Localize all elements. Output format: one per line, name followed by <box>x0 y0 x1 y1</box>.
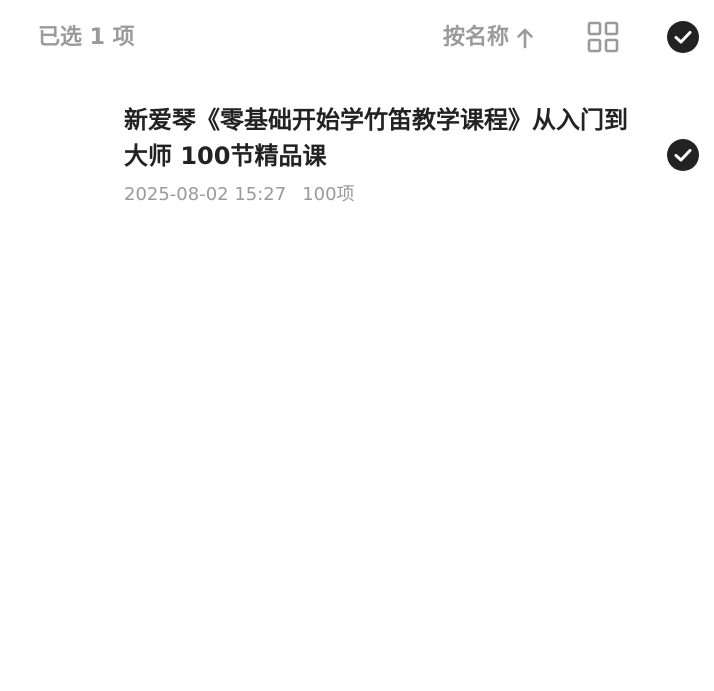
arrow-up-icon <box>517 28 533 49</box>
sort-label: 按名称 <box>443 25 510 50</box>
sort-by-name-button[interactable]: 按名称 <box>443 22 535 54</box>
file-name: 新爱琴《零基础开始学竹笛教学课程》从入门到大师 100节精品课 <box>124 106 628 170</box>
grid-view-icon[interactable] <box>587 21 619 53</box>
select-all-check-icon[interactable] <box>667 21 699 53</box>
file-list-item[interactable]: 新爱琴《零基础开始学竹笛教学课程》从入门到大师 100节精品课 2025-08-… <box>0 92 714 222</box>
file-meta: 2025-08-02 15:27 100项 <box>124 182 355 208</box>
selection-toolbar: 已选 1 项 按名称 <box>0 0 714 76</box>
item-check-icon[interactable] <box>667 139 699 171</box>
file-item-count: 100项 <box>302 184 355 205</box>
selected-count-label: 已选 1 项 <box>38 25 135 50</box>
file-list: 新爱琴《零基础开始学竹笛教学课程》从入门到大师 100节精品课 2025-08-… <box>0 92 714 222</box>
file-date: 2025-08-02 15:27 <box>124 184 287 205</box>
